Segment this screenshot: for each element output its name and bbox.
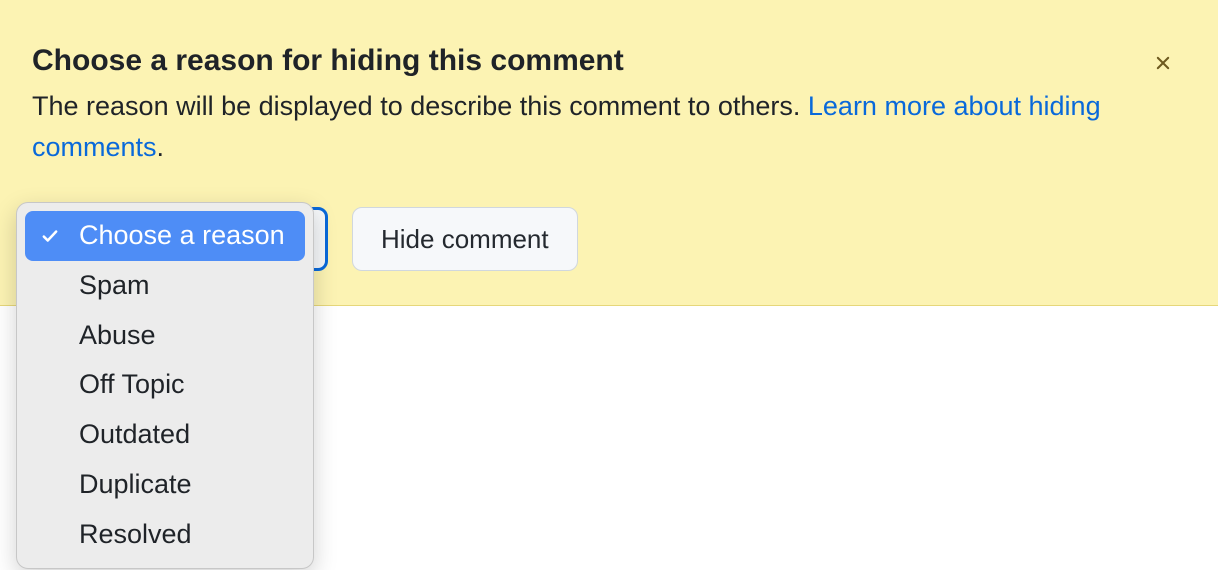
- close-button[interactable]: [1148, 48, 1178, 81]
- dropdown-option-placeholder[interactable]: Choose a reason: [25, 211, 305, 261]
- dropdown-option-outdated[interactable]: Outdated: [17, 410, 313, 460]
- check-icon: [41, 227, 59, 245]
- banner-description-text: The reason will be displayed to describe…: [32, 91, 808, 121]
- dropdown-option-label: Duplicate: [79, 469, 192, 499]
- dropdown-option-label: Choose a reason: [79, 220, 285, 250]
- controls-row: Choose a reason Choose a reason Spam Abu…: [32, 207, 1186, 271]
- dropdown-option-label: Off Topic: [79, 369, 185, 399]
- dropdown-option-off-topic[interactable]: Off Topic: [17, 360, 313, 410]
- dropdown-option-label: Outdated: [79, 419, 190, 449]
- hide-comment-button[interactable]: Hide comment: [352, 207, 578, 271]
- reason-dropdown: Choose a reason Spam Abuse Off Topic Out…: [16, 202, 314, 569]
- close-icon: [1152, 52, 1174, 77]
- reason-select[interactable]: Choose a reason Choose a reason Spam Abu…: [32, 207, 328, 271]
- banner-description: The reason will be displayed to describe…: [32, 86, 1186, 167]
- dropdown-option-label: Resolved: [79, 519, 192, 549]
- dropdown-option-resolved[interactable]: Resolved: [17, 510, 313, 560]
- dropdown-option-label: Abuse: [79, 320, 156, 350]
- banner-description-suffix: .: [157, 132, 165, 162]
- banner-title: Choose a reason for hiding this comment: [32, 44, 1186, 78]
- hide-comment-banner: Choose a reason for hiding this comment …: [0, 0, 1218, 306]
- dropdown-option-label: Spam: [79, 270, 150, 300]
- dropdown-option-spam[interactable]: Spam: [17, 261, 313, 311]
- dropdown-option-abuse[interactable]: Abuse: [17, 311, 313, 361]
- dropdown-option-duplicate[interactable]: Duplicate: [17, 460, 313, 510]
